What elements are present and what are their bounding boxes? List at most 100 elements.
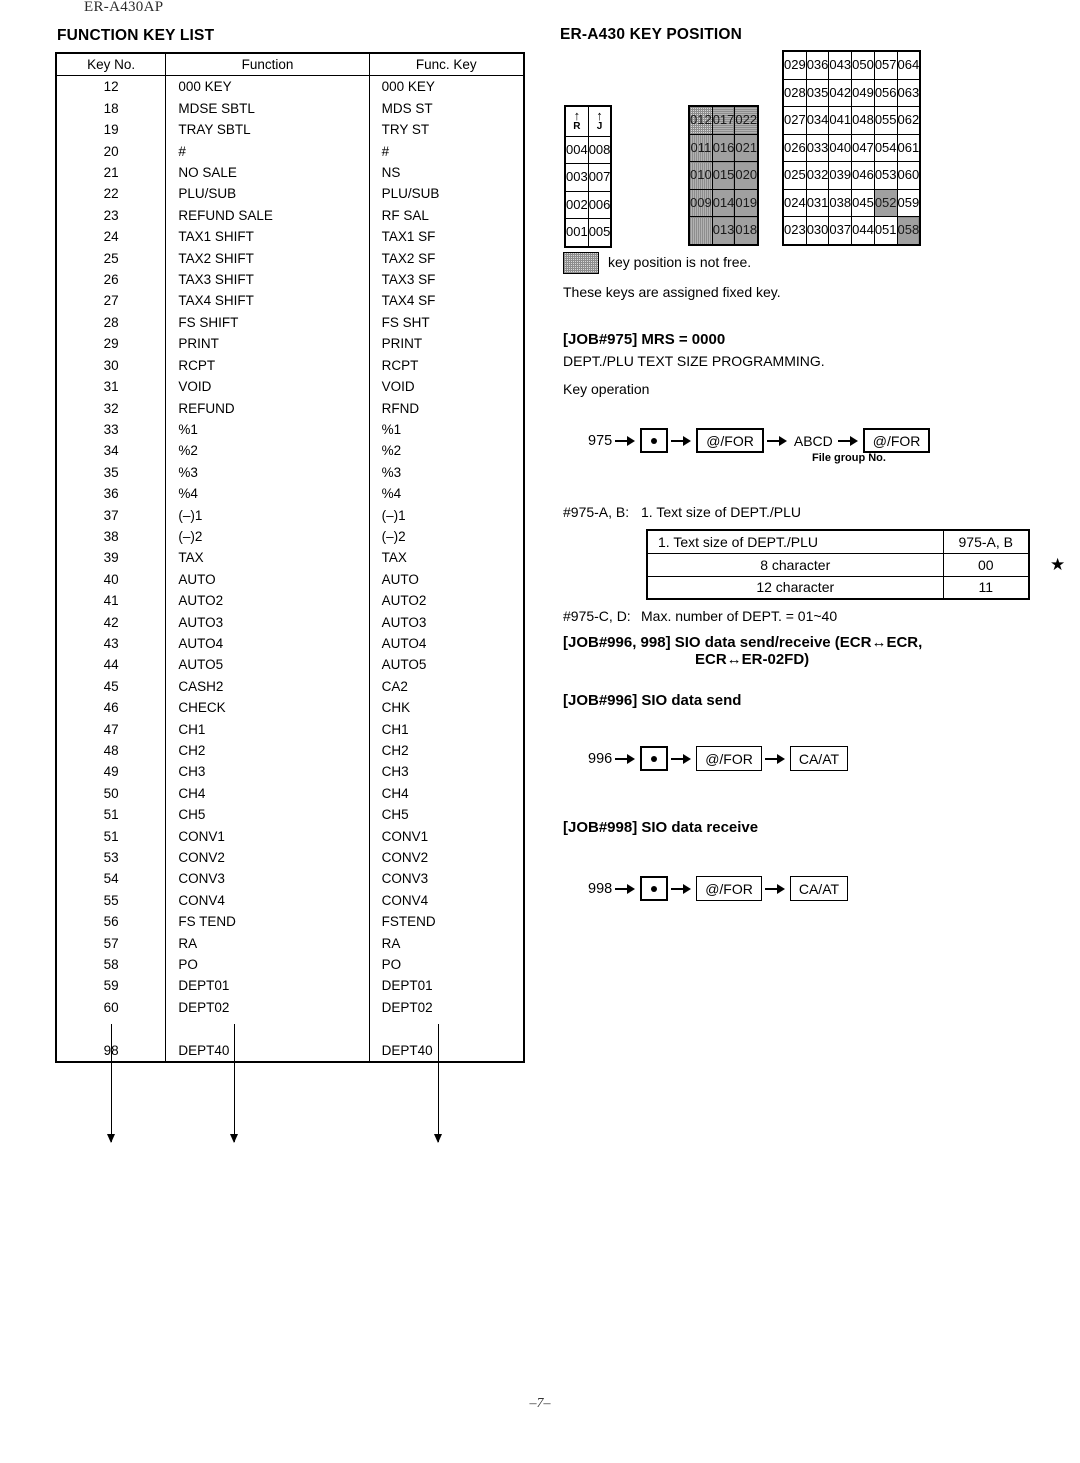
key-position-cell-039[interactable]: 039 [828,161,853,190]
cell-function: CH4 [165,782,370,805]
key-position-cell-052[interactable]: 052 [873,188,898,217]
key-at-for-button[interactable]: @/FOR [696,428,764,453]
key-dot-button[interactable] [640,876,669,901]
table-row: 46 CHECK CHK [57,697,523,719]
key-position-cell-004[interactable]: 004 [564,135,589,164]
column-header-function: Function [165,54,370,77]
key-at-for-button[interactable]: @/FOR [696,746,762,771]
key-position-cell-012[interactable]: 012 [688,105,713,135]
key-at-for-button[interactable]: @/FOR [696,876,762,901]
cell-func-key: CONV4 [381,892,429,908]
function-key-list-title: FUNCTION KEY LIST [57,27,215,44]
key-position-cell-053[interactable]: 053 [873,161,898,190]
key-position-cell-025[interactable]: 025 [782,161,807,190]
key-position-cell-021[interactable]: 021 [734,133,759,162]
key-position-cell-061[interactable]: 061 [896,133,921,162]
key-dot-button[interactable] [640,428,669,453]
key-position-cell-040[interactable]: 040 [828,133,853,162]
key-position-cell-058[interactable]: 058 [896,216,921,245]
key-position-cell-017[interactable]: 017 [711,105,736,135]
key-position-cell-041[interactable]: 041 [828,106,853,135]
key-position-cell-020[interactable]: 020 [734,161,759,190]
key-ca-at-button[interactable]: CA/AT [789,876,849,901]
cell-function: TAX [165,547,370,569]
key-position-cell-008[interactable]: 008 [587,135,612,164]
key-position-cell-013[interactable]: 013 [711,216,736,245]
key-position-cell-050[interactable]: 050 [851,50,875,80]
cell-function: TAX4 SHIFT [165,290,370,312]
key-position-cell-019[interactable]: 019 [734,188,759,217]
cell-func-key: %4 [381,486,402,502]
key-position-cell-038[interactable]: 038 [828,188,853,217]
key-position-cell-062[interactable]: 062 [896,106,921,135]
key-position-cell-031[interactable]: 031 [805,188,830,217]
key-position-cell-035[interactable]: 035 [805,78,830,107]
key-position-cell-057[interactable]: 057 [873,50,898,80]
sequence-token-abcd: ABCD [793,432,833,449]
key-position-cell-054[interactable]: 054 [873,133,898,162]
table-row: 37 (–)1 (–)1 [57,504,523,526]
cell-key-no: 51 [57,804,167,826]
table-row: 41 AUTO2 AUTO2 [57,590,523,612]
key-position-cell-044[interactable]: 044 [851,216,875,245]
job996-heading: [JOB#996] SIO data send [563,692,742,709]
key-position-cell-046[interactable]: 046 [851,161,875,190]
key-position-cell-007[interactable]: 007 [587,163,612,192]
key-position-cell-064[interactable]: 064 [896,50,921,80]
key-position-cell-001[interactable]: 001 [564,218,589,247]
key-dot-button[interactable] [640,746,669,771]
key-position-cell-049[interactable]: 049 [851,78,875,107]
cell-func-key: FSTEND [381,914,436,930]
key-position-cell-051[interactable]: 051 [873,216,898,245]
text-size-code: 00 [942,552,1030,577]
key-position-cell-034[interactable]: 034 [805,106,830,135]
cell-function: CHECK [165,697,370,719]
key-position-cell-033[interactable]: 033 [805,133,830,162]
key-position-cell-003[interactable]: 003 [564,163,589,192]
key-position-cell-016[interactable]: 016 [711,133,736,162]
key-position-cell-036[interactable]: 036 [805,50,830,80]
page-number: –7– [529,1396,551,1411]
cell-func-key: AUTO5 [381,657,427,673]
table-row: 28 FS SHIFT FS SHT [57,311,523,334]
key-position-cell-015[interactable]: 015 [711,161,736,190]
key-position-cell-042[interactable]: 042 [828,78,853,107]
key-position-cell-002[interactable]: 002 [564,190,589,219]
key-position-cell-059[interactable]: 059 [896,188,921,217]
arrow-right-icon [671,753,693,764]
cell-func-key: PRINT [381,336,423,352]
key-position-cell-022[interactable]: 022 [734,105,759,135]
cell-function: CASH2 [165,675,370,698]
key-position-cell-023[interactable]: 023 [782,216,807,245]
key-position-cell-030[interactable]: 030 [805,216,830,245]
key-position-cell-024[interactable]: 024 [782,188,807,217]
key-position-cell-010[interactable]: 010 [688,161,713,190]
key-position-cell-006[interactable]: 006 [587,190,612,219]
key-ca-at-button[interactable]: CA/AT [789,746,849,771]
key-position-cell-014[interactable]: 014 [711,188,736,217]
key-position-cell-063[interactable]: 063 [896,78,921,107]
key-position-cell-026[interactable]: 026 [782,133,807,162]
key-position-cell-029[interactable]: 029 [782,50,807,80]
key-position-cell-043[interactable]: 043 [828,50,853,80]
key-position-cell-060[interactable]: 060 [896,161,921,190]
key-position-cell-055[interactable]: 055 [873,106,898,135]
cell-key-no: 28 [57,311,167,334]
key-position-cell-048[interactable]: 048 [851,106,875,135]
cell-key-no: 20 [57,140,167,163]
key-position-cell-045[interactable]: 045 [851,188,875,217]
key-at-for-button-2[interactable]: @/FOR [862,428,931,453]
key-position-cell-027[interactable]: 027 [782,106,807,135]
table-row: 35 %3 %3 [57,461,523,484]
key-position-cell-028[interactable]: 028 [782,78,807,107]
key-position-cell-005[interactable]: 005 [587,218,612,247]
key-grid-row: 010 015 020 [688,161,759,190]
key-position-cell-032[interactable]: 032 [805,161,830,190]
key-position-cell-011[interactable]: 011 [688,133,713,162]
key-position-cell-009[interactable]: 009 [688,188,713,217]
key-position-cell-056[interactable]: 056 [873,78,898,107]
key-position-cell-018[interactable]: 018 [734,216,759,245]
key-position-cell-047[interactable]: 047 [851,133,875,162]
cell-func-key: %3 [381,464,402,480]
key-position-cell-037[interactable]: 037 [828,216,853,245]
